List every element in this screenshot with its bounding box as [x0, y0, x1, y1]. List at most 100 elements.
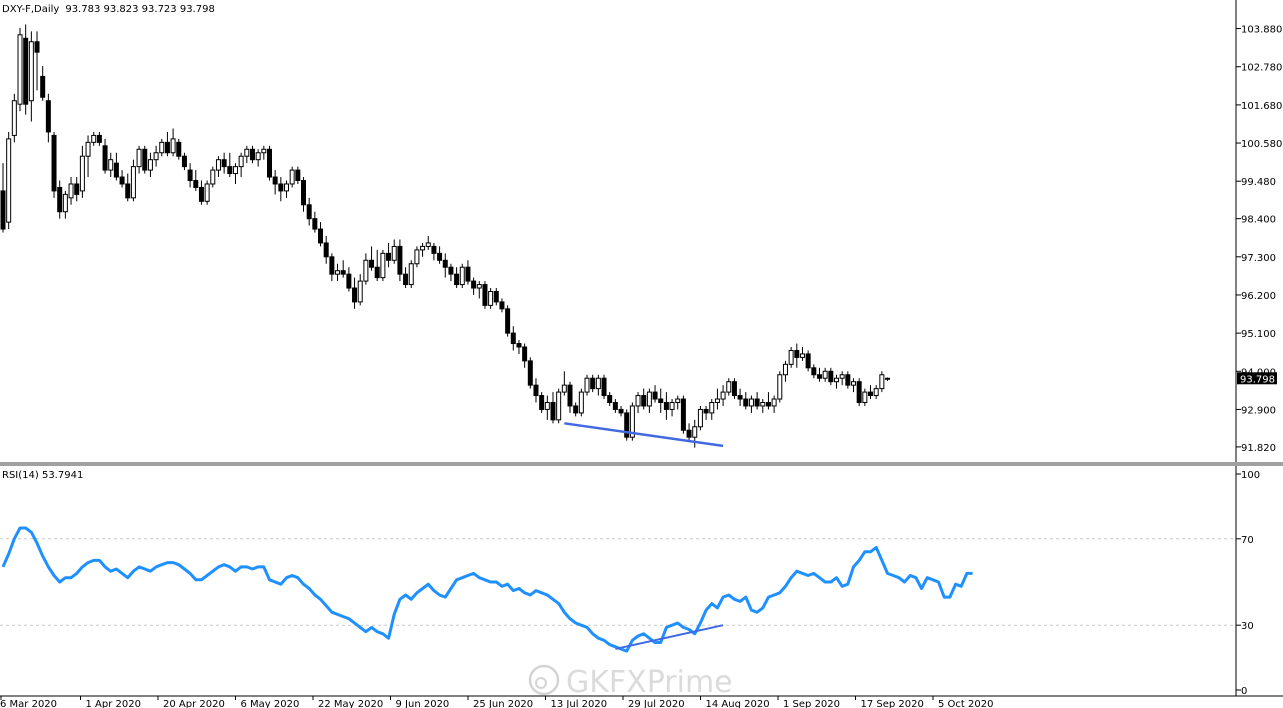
candle-down[interactable] [499, 301, 505, 310]
candle-up[interactable] [147, 159, 153, 171]
candle-up[interactable] [748, 398, 754, 407]
candle-up[interactable] [556, 391, 562, 421]
candle-up[interactable] [79, 155, 85, 192]
candle-down[interactable] [431, 245, 437, 254]
candle-down[interactable] [590, 377, 596, 390]
candle-down[interactable] [618, 408, 624, 414]
rsi-line[interactable] [1, 526, 973, 653]
candle-up[interactable] [879, 374, 885, 390]
candle-up[interactable] [6, 138, 12, 223]
candle-up[interactable] [244, 148, 250, 157]
candle-down[interactable] [102, 145, 108, 171]
candle-down[interactable] [295, 169, 301, 181]
candle-down[interactable] [23, 37, 29, 105]
candle-up[interactable] [669, 402, 675, 410]
candle-up[interactable] [726, 381, 732, 393]
candle-down[interactable] [278, 183, 284, 192]
candle-up[interactable] [459, 266, 465, 286]
candle-down[interactable] [652, 391, 658, 400]
candle-down[interactable] [573, 405, 579, 414]
candle-up[interactable] [488, 291, 494, 306]
candle-down[interactable] [663, 402, 669, 410]
candle-down[interactable] [550, 402, 556, 421]
candle-up[interactable] [697, 408, 703, 428]
candle-down[interactable] [816, 374, 822, 379]
candle-up[interactable] [873, 388, 879, 397]
candle-up[interactable] [215, 159, 221, 171]
candle-down[interactable] [374, 266, 380, 279]
candle-up[interactable] [799, 353, 805, 358]
candle-down[interactable] [306, 204, 312, 220]
candle-down[interactable] [34, 41, 40, 53]
candle-up[interactable] [380, 252, 386, 279]
candle-up[interactable] [714, 398, 720, 403]
candle-up[interactable] [885, 377, 891, 380]
candle-down[interactable] [74, 183, 80, 195]
candle-up[interactable] [561, 384, 567, 393]
candle-up[interactable] [284, 183, 289, 192]
candle-up[interactable] [595, 377, 601, 390]
candle-down[interactable] [187, 169, 193, 181]
candle-down[interactable] [113, 162, 119, 178]
candle-down[interactable] [181, 155, 187, 168]
candle-up[interactable] [232, 166, 238, 175]
candle-down[interactable] [125, 183, 131, 199]
candle-down[interactable] [142, 148, 148, 171]
candle-down[interactable] [57, 186, 63, 213]
candle-up[interactable] [238, 155, 244, 168]
candle-up[interactable] [771, 398, 777, 407]
candle-down[interactable] [323, 242, 329, 258]
candle-up[interactable] [17, 34, 23, 105]
candle-up[interactable] [210, 169, 216, 185]
candle-down[interactable] [176, 141, 182, 157]
candle-down[interactable] [845, 374, 851, 386]
candle-down[interactable] [828, 370, 834, 383]
candle-up[interactable] [476, 284, 482, 289]
candle-down[interactable] [505, 308, 511, 334]
candle-up[interactable] [204, 183, 210, 202]
candle-down[interactable] [40, 75, 46, 98]
candle-up[interactable] [108, 159, 114, 171]
candle-up[interactable] [335, 270, 341, 275]
candle-up[interactable] [782, 363, 788, 376]
candle-down[interactable] [403, 273, 409, 286]
candle-up[interactable] [289, 169, 295, 185]
candle-down[interactable] [612, 402, 618, 410]
candle-down[interactable] [312, 218, 318, 230]
candle-down[interactable] [527, 360, 533, 386]
candle-down[interactable] [340, 270, 346, 275]
candle-down[interactable] [249, 148, 255, 161]
candle-down[interactable] [754, 398, 760, 407]
candle-down[interactable] [454, 273, 460, 286]
candle-up[interactable] [777, 374, 783, 400]
candle-down[interactable] [45, 100, 51, 133]
candle-up[interactable] [68, 183, 74, 199]
candle-up[interactable] [839, 374, 845, 379]
candle-down[interactable] [522, 346, 528, 362]
candle-up[interactable] [153, 152, 159, 161]
candle-down[interactable] [680, 398, 686, 431]
candle-down[interactable] [811, 367, 817, 376]
candle-down[interactable] [119, 176, 125, 185]
candle-up[interactable] [833, 377, 839, 383]
candle-up[interactable] [425, 242, 431, 247]
candle-up[interactable] [170, 138, 176, 154]
candle-up[interactable] [391, 245, 397, 261]
candle-up[interactable] [584, 377, 590, 393]
candle-up[interactable] [709, 402, 715, 414]
candle-up[interactable] [635, 395, 641, 407]
candle-up[interactable] [414, 249, 420, 265]
candle-down[interactable] [703, 408, 709, 414]
candle-up[interactable] [357, 280, 363, 303]
candle-up[interactable] [862, 391, 868, 403]
candle-up[interactable] [62, 193, 68, 213]
candle-up[interactable] [420, 245, 426, 251]
candle-up[interactable] [675, 398, 681, 403]
candle-down[interactable] [533, 384, 539, 397]
candle-down[interactable] [448, 266, 454, 275]
candle-down[interactable] [516, 343, 522, 348]
candle-up[interactable] [646, 391, 652, 407]
candle-down[interactable] [567, 384, 573, 407]
candle-down[interactable] [510, 332, 516, 345]
candle-down[interactable] [686, 429, 692, 438]
